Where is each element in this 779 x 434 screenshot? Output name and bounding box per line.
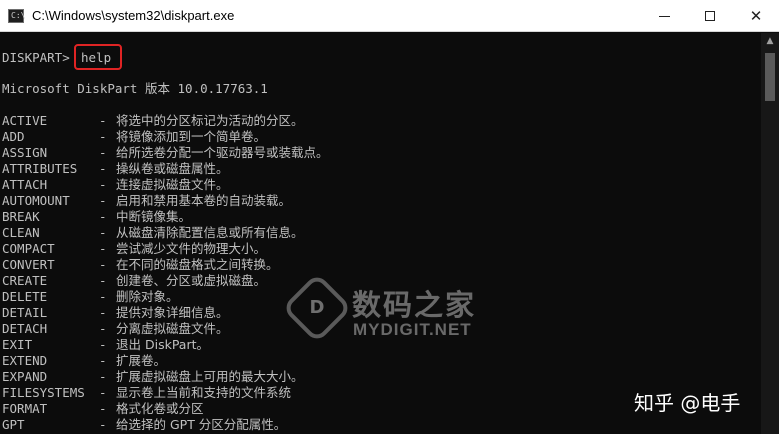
command-dash: -	[99, 321, 107, 336]
command-name: ATTACH	[2, 177, 48, 192]
command-name: EXTEND	[2, 353, 48, 368]
command-dash: -	[99, 369, 107, 384]
command-dash: -	[99, 289, 107, 304]
command-name: DETACH	[2, 321, 48, 336]
command-dash: -	[99, 305, 107, 320]
minimize-button[interactable]	[641, 0, 687, 32]
command-description: 启用和禁用基本卷的自动装载。	[116, 193, 292, 208]
command-dash: -	[99, 401, 107, 416]
command-description: 显示卷上当前和支持的文件系统	[116, 385, 292, 400]
command-dash: -	[99, 145, 107, 160]
version-line: Microsoft DiskPart 版本 10.0.17763.1	[2, 81, 268, 96]
command-dash: -	[99, 161, 107, 176]
command-description: 给所选卷分配一个驱动器号或装载点。	[116, 145, 329, 160]
command-name: ATTRIBUTES	[2, 161, 78, 176]
command-name: ADD	[2, 129, 25, 144]
command-name: EXPAND	[2, 369, 48, 384]
command-dash: -	[99, 209, 107, 224]
command-dash: -	[99, 385, 107, 400]
command-dash: -	[99, 353, 107, 368]
command-name: ACTIVE	[2, 113, 48, 128]
command-name: CREATE	[2, 273, 48, 288]
command-name: GPT	[2, 417, 25, 432]
command-dash: -	[99, 273, 107, 288]
command-dash: -	[99, 193, 107, 208]
command-name: DETAIL	[2, 305, 48, 320]
typed-command: help	[81, 50, 112, 65]
command-description: 操纵卷或磁盘属性。	[116, 161, 229, 176]
command-description: 从磁盘清除配置信息或所有信息。	[116, 225, 304, 240]
command-dash: -	[99, 417, 107, 432]
command-dash: -	[99, 113, 107, 128]
command-name: FORMAT	[2, 401, 48, 416]
close-icon: ✕	[749, 7, 763, 25]
prompt: DISKPART>	[2, 50, 70, 65]
command-name: EXIT	[2, 337, 33, 352]
command-dash: -	[99, 337, 107, 352]
maximize-icon	[705, 11, 715, 21]
command-description: 将镜像添加到一个简单卷。	[116, 129, 267, 144]
zhihu-watermark: 知乎 @电手	[634, 391, 741, 415]
window-title: C:\Windows\system32\diskpart.exe	[32, 8, 235, 23]
command-name: CLEAN	[2, 225, 40, 240]
command-name: FILESYSTEMS	[2, 385, 85, 400]
scrollbar-thumb[interactable]	[765, 53, 775, 101]
command-description: 退出 DiskPart。	[116, 337, 209, 352]
command-description: 将选中的分区标记为活动的分区。	[116, 113, 304, 128]
watermark-logo-letter: D	[309, 297, 325, 318]
command-name: DELETE	[2, 289, 48, 304]
maximize-button[interactable]	[687, 0, 733, 32]
command-dash: -	[99, 241, 107, 256]
command-description: 尝试减少文件的物理大小。	[116, 241, 267, 256]
command-description: 分离虚拟磁盘文件。	[116, 321, 229, 336]
command-name: BREAK	[2, 209, 40, 224]
console-icon-glyph: C:\	[11, 11, 26, 20]
watermark-site-cn: 数码之家	[352, 288, 477, 322]
command-description: 格式化卷或分区	[116, 401, 204, 416]
command-name: CONVERT	[2, 257, 55, 272]
command-dash: -	[99, 225, 107, 240]
command-description: 扩展虚拟磁盘上可用的最大大小。	[116, 369, 304, 384]
command-description: 在不同的磁盘格式之间转换。	[116, 257, 279, 272]
scroll-up-icon[interactable]: ▲	[761, 33, 779, 50]
minimize-icon	[658, 15, 670, 17]
command-dash: -	[99, 177, 107, 192]
command-dash: -	[99, 257, 107, 272]
console-icon[interactable]: C:\	[8, 9, 26, 23]
command-name: AUTOMOUNT	[2, 193, 70, 208]
vertical-scrollbar[interactable]: ▲	[761, 33, 779, 434]
command-description: 扩展卷。	[116, 353, 167, 368]
close-button[interactable]: ✕	[733, 0, 779, 32]
command-description: 给选择的 GPT 分区分配属性。	[116, 417, 287, 432]
command-description: 创建卷、分区或虚拟磁盘。	[116, 273, 267, 288]
command-name: COMPACT	[2, 241, 55, 256]
title-bar: C:\ C:\Windows\system32\diskpart.exe ✕	[0, 0, 779, 32]
watermark-site-en: MYDIGIT.NET	[353, 320, 472, 339]
command-description: 提供对象详细信息。	[116, 305, 229, 320]
command-description: 删除对象。	[116, 289, 179, 304]
command-dash: -	[99, 129, 107, 144]
command-name: ASSIGN	[2, 145, 48, 160]
command-description: 中断镜像集。	[116, 209, 192, 224]
command-description: 连接虚拟磁盘文件。	[116, 177, 229, 192]
console-output[interactable]: DISKPART> Microsoft DiskPart 版本 10.0.177…	[0, 33, 761, 434]
